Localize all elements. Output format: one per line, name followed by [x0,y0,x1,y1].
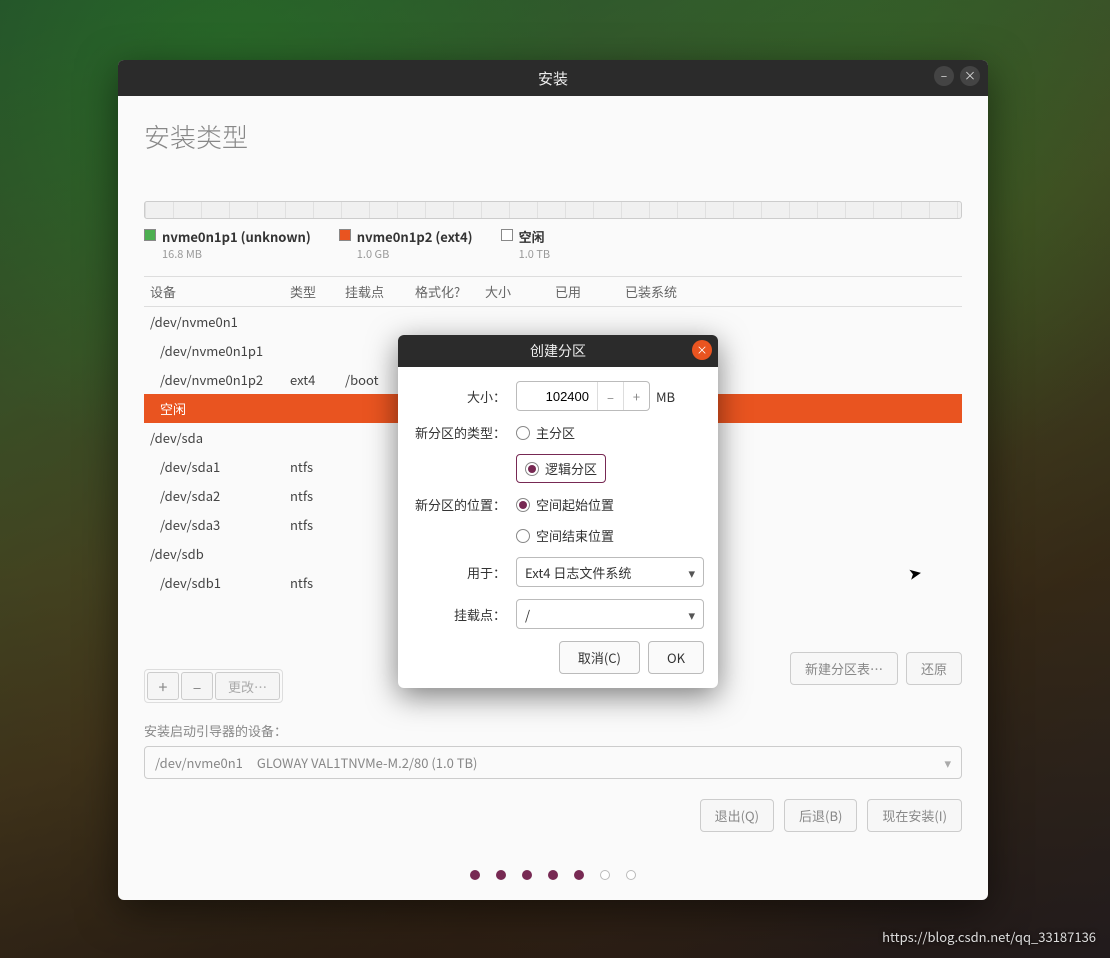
use-as-select[interactable]: Ext4 日志文件系统 [516,557,704,587]
legend-swatch [144,229,156,241]
col-used: 已用 [555,282,625,301]
dialog-close-button[interactable]: × [692,340,712,360]
legend-size: 1.0 TB [519,246,551,262]
footer-buttons: 退出(Q) 后退(B) 现在安装(I) [144,799,962,832]
cell-type: ntfs [290,486,345,505]
legend-item: nvme0n1p2 (ext4) 1.0 GB [339,227,473,262]
quit-button[interactable]: 退出(Q) [700,799,774,832]
location-label: 新分区的位置： [412,495,516,514]
back-button[interactable]: 后退(B) [784,799,857,832]
bootloader-label: 安装启动引导器的设备： [144,721,962,740]
new-partition-table-button[interactable]: 新建分区表… [790,652,898,685]
cancel-button[interactable]: 取消(C) [559,641,640,674]
close-button[interactable]: × [960,66,980,86]
dot [496,870,506,880]
cell-device: 空闲 [150,399,290,418]
install-now-button[interactable]: 现在安装(I) [867,799,962,832]
cell-device: /dev/sda [150,428,290,447]
type-label: 新分区的类型： [412,423,516,442]
cell-device: /dev/sdb1 [150,573,290,592]
remove-partition-button[interactable]: – [181,672,213,700]
size-input[interactable] [517,389,597,404]
page-title: 安装类型 [144,118,962,155]
size-spinbox[interactable]: – + [516,381,650,411]
legend-name: nvme0n1p1 (unknown) [162,227,311,246]
cell-device: /dev/nvme0n1p1 [150,341,290,360]
table-row[interactable]: /dev/nvme0n1 [144,307,962,336]
revert-button[interactable]: 还原 [906,652,962,685]
legend-name: nvme0n1p2 (ext4) [357,227,473,246]
legend-item: 空闲 1.0 TB [501,227,551,262]
cell-type: ntfs [290,457,345,476]
window-title: 安装 [538,68,568,89]
minimize-button[interactable]: – [934,66,954,86]
legend-size: 1.0 GB [357,246,473,262]
mount-point-select[interactable]: / [516,599,704,629]
col-mount: 挂载点 [345,282,415,301]
partition-bar[interactable] [144,201,962,219]
cell-device: /dev/nvme0n1p2 [150,370,290,389]
cell-device: /dev/sdb [150,544,290,563]
cell-device: /dev/sda1 [150,457,290,476]
mount-point-label: 挂载点： [412,605,516,624]
location-begin-radio[interactable]: 空间起始位置 [516,495,614,514]
legend-name: 空闲 [519,227,545,246]
dot [522,870,532,880]
cell-device: /dev/sda2 [150,486,290,505]
col-format: 格式化? [415,282,485,301]
col-type: 类型 [290,282,345,301]
bootloader-desc: GLOWAY VAL1TNVMe-M.2/80 (1.0 TB) [257,753,478,772]
dialog-title: 创建分区 [530,341,586,361]
cell-type: ntfs [290,573,345,592]
titlebar: 安装 – × [118,60,988,96]
legend-size: 16.8 MB [162,246,311,262]
dot [548,870,558,880]
table-header: 设备 类型 挂载点 格式化? 大小 已用 已装系统 [144,277,962,307]
size-label: 大小： [412,387,516,406]
col-size: 大小 [485,282,555,301]
change-partition-button[interactable]: 更改… [215,672,280,700]
legend-item: nvme0n1p1 (unknown) 16.8 MB [144,227,311,262]
legend-swatch [501,229,513,241]
type-primary-radio[interactable]: 主分区 [516,423,575,442]
size-unit: MB [656,387,675,406]
cell-type: ntfs [290,515,345,534]
type-logical-radio[interactable]: 逻辑分区 [516,454,606,483]
cell-device: /dev/sda3 [150,515,290,534]
add-partition-button[interactable]: + [147,672,179,700]
dot [470,870,480,880]
cell-device: /dev/nvme0n1 [150,312,290,331]
watermark: https://blog.csdn.net/qq_33187136 [882,927,1096,946]
dot [600,870,610,880]
location-end-radio[interactable]: 空间结束位置 [516,526,614,545]
progress-dots [144,840,962,880]
create-partition-dialog: 创建分区 × 大小： – + MB 新分区的类型： 主分区 逻辑分区 [398,335,718,688]
col-device: 设备 [150,282,290,301]
cell-type: ext4 [290,370,345,389]
dialog-titlebar: 创建分区 × [398,335,718,367]
col-system: 已装系统 [625,282,956,301]
size-decrement[interactable]: – [597,382,623,410]
partition-legend: nvme0n1p1 (unknown) 16.8 MB nvme0n1p2 (e… [144,227,962,262]
ok-button[interactable]: OK [648,641,704,674]
use-as-label: 用于： [412,563,516,582]
size-increment[interactable]: + [623,382,649,410]
bootloader-select[interactable]: /dev/nvme0n1 GLOWAY VAL1TNVMe-M.2/80 (1.… [144,746,962,779]
legend-swatch [339,229,351,241]
dot [626,870,636,880]
bootloader-device: /dev/nvme0n1 [155,753,243,772]
dot [574,870,584,880]
